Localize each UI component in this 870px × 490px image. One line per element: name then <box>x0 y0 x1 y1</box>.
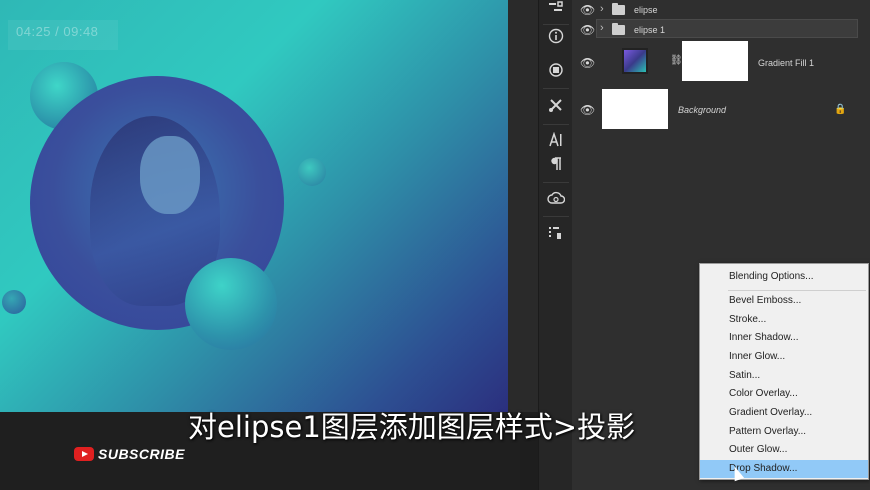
menu-item-color-overlay[interactable]: Color Overlay... <box>700 385 868 403</box>
layer-style-context-menu: Blending Options... Bevel Emboss... Stro… <box>699 263 869 480</box>
layer-name: Gradient Fill 1 <box>758 58 815 68</box>
tools-icon[interactable] <box>545 97 567 119</box>
folder-icon <box>612 3 625 15</box>
chevron-right-icon[interactable]: › <box>600 3 604 15</box>
layer-row-elipse[interactable]: 👁 › elipse <box>572 0 858 18</box>
menu-item-pattern-overlay[interactable]: Pattern Overlay... <box>700 423 868 441</box>
paragraph-icon[interactable] <box>545 156 567 178</box>
info-icon[interactable] <box>545 28 567 50</box>
menu-item-outer-glow[interactable]: Outer Glow... <box>700 441 868 459</box>
document-canvas[interactable]: 04:25 / 09:48 <box>0 0 508 412</box>
sphere-small-right <box>298 158 326 186</box>
lock-icon: 🔒 <box>834 104 847 115</box>
folder-icon <box>612 23 625 35</box>
menu-item-gradient-overlay[interactable]: Gradient Overlay... <box>700 404 868 422</box>
libraries-icon[interactable] <box>545 62 567 84</box>
layer-row-gradient-fill-1[interactable]: 👁 ⛓ Gradient Fill 1 <box>572 38 858 86</box>
visibility-eye-icon[interactable]: 👁 <box>580 56 595 70</box>
menu-item-drop-shadow[interactable]: Drop Shadow... <box>700 460 868 478</box>
subscribe-label: SUBSCRIBE <box>98 446 185 462</box>
menu-item-inner-shadow[interactable]: Inner Shadow... <box>700 329 868 347</box>
layer-thumbnail[interactable] <box>602 89 668 129</box>
menu-item-inner-glow[interactable]: Inner Glow... <box>700 348 868 366</box>
icon-divider <box>543 124 569 125</box>
sphere-bottom-right <box>185 258 277 350</box>
layer-row-background[interactable]: 👁 Background 🔒 <box>572 86 858 132</box>
menu-item-satin[interactable]: Satin... <box>700 367 868 385</box>
visibility-eye-icon[interactable]: 👁 <box>580 23 595 37</box>
layer-name: elipse 1 <box>634 25 666 35</box>
video-subtitle: 对elipse1图层添加图层样式>投影 <box>188 410 636 444</box>
layer-mask-thumbnail[interactable] <box>682 41 748 81</box>
screen: 04:25 / 09:48 👁 › elipse 👁 › elipse 1 👁 … <box>0 0 870 490</box>
visibility-eye-icon[interactable]: 👁 <box>580 3 595 17</box>
link-icon[interactable]: ⛓ <box>670 55 683 66</box>
history-icon[interactable] <box>545 0 567 22</box>
photo-face <box>140 136 200 214</box>
layer-name: Background <box>678 105 727 115</box>
icon-divider <box>543 24 569 25</box>
character-icon[interactable] <box>545 131 567 154</box>
properties-icon[interactable] <box>545 225 567 247</box>
video-timecode: 04:25 / 09:48 <box>8 20 118 50</box>
menu-item-stroke[interactable]: Stroke... <box>700 311 868 329</box>
menu-separator <box>728 290 866 291</box>
icon-divider <box>543 216 569 217</box>
icon-divider <box>543 182 569 183</box>
creative-cloud-icon[interactable] <box>545 190 567 212</box>
menu-item-blending-options[interactable]: Blending Options... <box>700 268 868 286</box>
chevron-right-icon[interactable]: › <box>600 22 604 34</box>
panel-gutter <box>508 0 538 412</box>
youtube-play-icon <box>74 447 94 461</box>
icon-divider <box>543 88 569 89</box>
layer-row-elipse-1[interactable]: 👁 › elipse 1 <box>572 19 858 38</box>
layer-name: elipse <box>634 5 658 15</box>
sphere-bottom-left <box>2 290 26 314</box>
menu-item-bevel-emboss[interactable]: Bevel Emboss... <box>700 292 868 310</box>
visibility-eye-icon[interactable]: 👁 <box>580 103 595 117</box>
gradient-adjustment-icon[interactable] <box>622 48 648 74</box>
subscribe-badge[interactable]: SUBSCRIBE <box>74 446 185 462</box>
